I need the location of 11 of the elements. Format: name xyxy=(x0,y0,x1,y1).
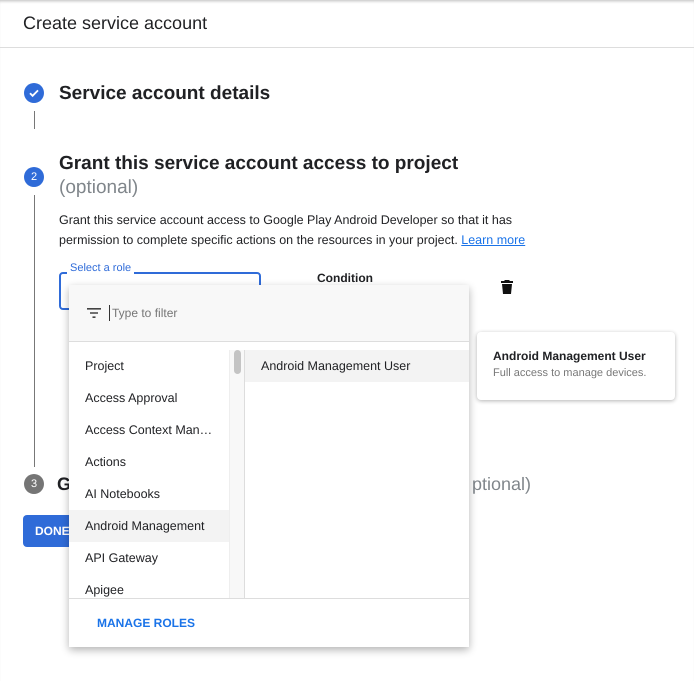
page-title: Create service account xyxy=(23,13,208,34)
step-number: 2 xyxy=(24,167,44,187)
step-title: Service account details xyxy=(59,82,272,106)
step-number: 3 xyxy=(24,474,44,494)
condition-label: Condition xyxy=(317,271,373,285)
tooltip-title: Android Management User xyxy=(493,349,647,363)
step-description: Grant this service account access to Google Play Android Developer so that it has permission to complete specific actions on the resources in your project. Learn more xyxy=(59,212,526,249)
tooltip-description: Full access to manage devices. xyxy=(493,367,648,379)
step-subtitle: ptional) xyxy=(472,473,532,496)
step-title: Grant this service account access to project xyxy=(59,152,460,176)
step-subtitle: (optional) xyxy=(59,176,140,200)
